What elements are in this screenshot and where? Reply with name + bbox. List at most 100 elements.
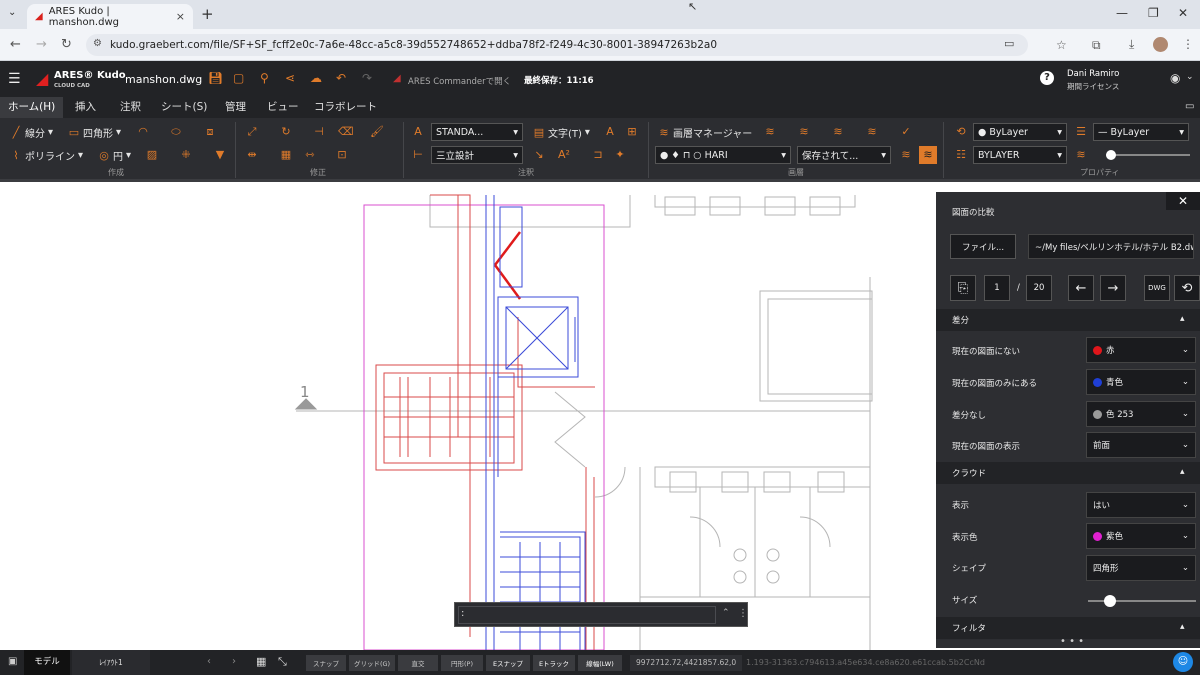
layer-manager-button[interactable]: ≋ 画層マネージャー bbox=[658, 125, 752, 140]
properties-paint-icon[interactable]: 🖌︎ bbox=[370, 126, 384, 138]
match-properties-icon[interactable]: ⟲ bbox=[955, 126, 967, 138]
layer-tool-2-icon[interactable]: ≋ bbox=[798, 126, 810, 138]
cloud-show-select[interactable]: はい ⌄ bbox=[1086, 492, 1196, 518]
missing-color-select[interactable]: 赤 ⌄ bbox=[1086, 337, 1196, 363]
cloud-size-slider-thumb[interactable] bbox=[1103, 595, 1116, 607]
panel-close-icon[interactable]: ✕ bbox=[1166, 192, 1200, 210]
viewport-icon[interactable]: ▣ bbox=[8, 656, 17, 667]
table-icon[interactable]: ⊞ bbox=[626, 126, 638, 138]
hatch-icon[interactable]: ▨ bbox=[146, 149, 158, 161]
line-button[interactable]: ╱ 線分 ▾ bbox=[10, 125, 53, 140]
cloud-color-select[interactable]: 紫色 ⌄ bbox=[1086, 523, 1196, 549]
move-icon[interactable]: ⤢ bbox=[246, 126, 258, 138]
close-window-icon[interactable]: ✕ bbox=[1178, 6, 1188, 20]
comment-icon[interactable]: ▢ bbox=[233, 71, 244, 85]
section-collapse-icon[interactable]: ▴ bbox=[1180, 622, 1185, 632]
lineweight-toggle[interactable]: 線幅(LW) bbox=[578, 655, 622, 671]
browser-tab[interactable]: ◢ ARES Kudo | manshon.dwg × bbox=[27, 4, 193, 29]
minimize-icon[interactable]: — bbox=[1116, 6, 1128, 20]
layer-check-icon[interactable]: ✓ bbox=[900, 126, 912, 138]
cloud-icon[interactable]: ☁ bbox=[310, 71, 322, 85]
new-tab-icon[interactable]: + bbox=[201, 5, 214, 23]
text-button[interactable]: ▤ 文字(T) ▾ bbox=[533, 125, 590, 140]
trim-icon[interactable]: ⊣ bbox=[313, 126, 325, 138]
stretch-icon[interactable]: ⇿ bbox=[304, 149, 316, 161]
snap-toggle[interactable]: スナップ bbox=[306, 655, 346, 671]
tab-insert[interactable]: 挿入 bbox=[67, 97, 104, 118]
user-dropdown-icon[interactable]: ⌄ bbox=[1186, 72, 1194, 82]
help-icon[interactable]: ? bbox=[1040, 71, 1054, 85]
arc-icon[interactable]: ◠ bbox=[137, 126, 149, 138]
save-icon[interactable]: 💾︎ bbox=[208, 71, 223, 85]
layer-state-dropdown[interactable]: 保存されて... ▾ bbox=[797, 146, 891, 164]
command-line[interactable]: : ⌃ ⋮ bbox=[454, 602, 748, 627]
annotation-scale-icon[interactable]: ⤡ bbox=[278, 655, 287, 669]
layer-save-icon[interactable]: ≋ bbox=[900, 149, 912, 161]
tab-next-icon[interactable]: › bbox=[232, 656, 236, 667]
point-icon[interactable]: ⁜ bbox=[180, 149, 192, 161]
ellipse-icon[interactable]: ⬭ bbox=[170, 126, 182, 138]
maximize-icon[interactable]: ❐ bbox=[1148, 6, 1159, 20]
forward-icon[interactable]: → bbox=[36, 37, 47, 52]
open-in-commander-link[interactable]: ARES Commanderで開く bbox=[408, 75, 511, 87]
linetype-dropdown[interactable]: — ByLayer ▾ bbox=[1093, 123, 1189, 141]
extensions-icon[interactable]: ⧉ bbox=[1092, 38, 1101, 53]
back-icon[interactable]: ← bbox=[10, 37, 21, 52]
display-order-select[interactable]: 前面 ⌄ bbox=[1086, 432, 1196, 458]
dimension-icon[interactable]: A² bbox=[558, 149, 570, 161]
compare-doc-icon[interactable]: ⎘ bbox=[950, 275, 976, 301]
pin-icon[interactable]: ⚲ bbox=[260, 71, 269, 85]
redo-icon[interactable]: ↷ bbox=[362, 71, 372, 85]
region-icon[interactable]: ⧈ bbox=[204, 126, 216, 138]
tab-home[interactable]: ホーム(H) bbox=[0, 97, 64, 118]
smart-dim-icon[interactable]: ✦ bbox=[614, 149, 626, 161]
layer-tool-1-icon[interactable]: ≋ bbox=[764, 126, 776, 138]
hamburger-menu-icon[interactable]: ☰ bbox=[8, 71, 21, 87]
command-input[interactable] bbox=[458, 606, 716, 624]
reload-icon[interactable]: ↻ bbox=[61, 37, 72, 52]
esnap-toggle[interactable]: Eスナップ bbox=[486, 655, 530, 671]
next-diff-icon[interactable]: → bbox=[1100, 275, 1126, 301]
share-icon[interactable]: ⋖ bbox=[285, 71, 295, 85]
ribbon-collapse-icon[interactable]: ▭ bbox=[1185, 101, 1194, 112]
cloud-size-slider[interactable] bbox=[1088, 595, 1196, 607]
site-info-icon[interactable]: ⚙ bbox=[93, 38, 102, 49]
current-layer-dropdown[interactable]: ● ♦ ⊓ ○ HARI ▾ bbox=[655, 146, 791, 164]
no-diff-color-select[interactable]: 色 253 ⌄ bbox=[1086, 401, 1196, 427]
section-collapse-icon[interactable]: ▴ bbox=[1180, 467, 1185, 477]
browser-menu-icon[interactable]: ⋮ bbox=[1182, 37, 1194, 51]
close-tab-icon[interactable]: × bbox=[176, 10, 185, 23]
etrack-toggle[interactable]: Eトラック bbox=[533, 655, 575, 671]
ortho-toggle[interactable]: 直交 bbox=[398, 655, 438, 671]
color-dropdown[interactable]: ● ByLayer ▾ bbox=[973, 123, 1067, 141]
choose-file-button[interactable]: ファイル... bbox=[950, 234, 1016, 259]
bookmark-star-icon[interactable]: ☆ bbox=[1056, 38, 1067, 52]
mtext-icon[interactable]: A bbox=[604, 126, 616, 138]
grid-toggle[interactable]: グリッド(G) bbox=[349, 655, 395, 671]
erase-icon[interactable]: ⌫ bbox=[338, 126, 354, 138]
section-cloud[interactable]: クラウド ▴ bbox=[936, 462, 1200, 484]
tab-view[interactable]: ビュー bbox=[259, 97, 307, 118]
transparency-icon[interactable]: ≋ bbox=[1075, 149, 1087, 161]
profile-avatar[interactable] bbox=[1153, 37, 1168, 52]
page-current-input[interactable]: 1 bbox=[984, 275, 1010, 301]
command-history-icon[interactable]: ⌃ bbox=[722, 608, 730, 618]
dim-style-dropdown[interactable]: 三立設計 ▾ bbox=[431, 146, 523, 164]
array-icon[interactable]: ▦ bbox=[280, 149, 292, 161]
chat-support-icon[interactable]: ☺ bbox=[1173, 652, 1193, 672]
tab-prev-icon[interactable]: ‹ bbox=[207, 656, 211, 667]
transparency-slider-thumb[interactable] bbox=[1106, 150, 1116, 160]
prev-diff-icon[interactable]: ← bbox=[1068, 275, 1094, 301]
user-menu-icon[interactable]: ◉ bbox=[1170, 71, 1180, 85]
cloud-shape-select[interactable]: 四角形 ⌄ bbox=[1086, 555, 1196, 581]
mirror-icon[interactable]: ⇹ bbox=[246, 149, 258, 161]
commander-icon[interactable]: ◢ bbox=[393, 73, 401, 84]
section-collapse-icon[interactable]: ▴ bbox=[1180, 314, 1185, 324]
layer-tool-4-icon[interactable]: ≋ bbox=[866, 126, 878, 138]
command-menu-icon[interactable]: ⋮ bbox=[738, 608, 748, 619]
transparency-slider[interactable] bbox=[1106, 150, 1190, 160]
tab-manage[interactable]: 管理 bbox=[217, 97, 254, 118]
section-diff[interactable]: 差分 ▴ bbox=[936, 309, 1200, 331]
viewport-tool-icon[interactable]: ▦ bbox=[256, 655, 266, 668]
circle-button[interactable]: ◎ 円 ▾ bbox=[98, 148, 131, 163]
